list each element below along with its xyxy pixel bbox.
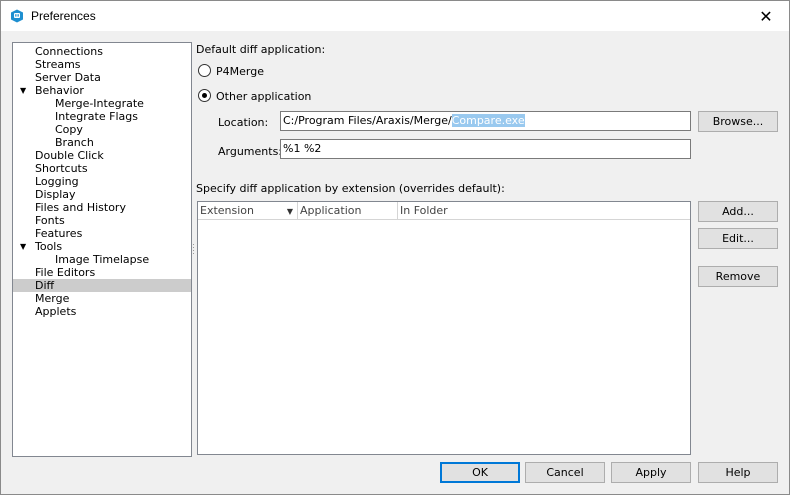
tree-item-display[interactable]: Display xyxy=(35,188,76,201)
location-label: Location: xyxy=(218,116,269,129)
remove-button[interactable]: Remove xyxy=(698,266,778,287)
table-header: Extension ▼ Application In Folder xyxy=(198,202,690,220)
arguments-label: Arguments: xyxy=(218,145,283,158)
tree-item-files-and-history[interactable]: Files and History xyxy=(35,201,126,214)
location-field[interactable]: C:/Program Files/Araxis/Merge/Compare.ex… xyxy=(280,111,691,131)
close-button[interactable]: ✕ xyxy=(743,1,789,31)
apply-button[interactable]: Apply xyxy=(611,462,691,483)
tree-item-file-editors[interactable]: File Editors xyxy=(35,266,95,279)
tree-item-connections[interactable]: Connections xyxy=(35,45,103,58)
splitter-handle[interactable] xyxy=(193,244,195,254)
extensions-heading: Specify diff application by extension (o… xyxy=(196,182,505,195)
tree-item-tools[interactable]: Tools xyxy=(35,240,62,253)
tree-item-merge[interactable]: Merge xyxy=(35,292,69,305)
help-button[interactable]: Help xyxy=(698,462,778,483)
ok-button[interactable]: OK xyxy=(440,462,520,483)
arguments-field[interactable]: %1 %2 xyxy=(280,139,691,159)
p4merge-radio-label[interactable]: P4Merge xyxy=(216,65,264,78)
cancel-button[interactable]: Cancel xyxy=(525,462,605,483)
tree-item-copy[interactable]: Copy xyxy=(55,123,83,136)
other-application-radio[interactable] xyxy=(198,89,211,102)
tree-item-logging[interactable]: Logging xyxy=(35,175,79,188)
tree-item-streams[interactable]: Streams xyxy=(35,58,81,71)
other-application-radio-label[interactable]: Other application xyxy=(216,90,311,103)
tree-item-integrate-flags[interactable]: Integrate Flags xyxy=(55,110,138,123)
title-bar: Preferences ✕ xyxy=(1,1,789,31)
tree-item-merge-integrate[interactable]: Merge-Integrate xyxy=(55,97,144,110)
close-icon: ✕ xyxy=(759,6,773,26)
p4v-app-icon xyxy=(11,9,23,23)
tree-item-server-data[interactable]: Server Data xyxy=(35,71,101,84)
extensions-table[interactable]: Extension ▼ Application In Folder xyxy=(197,201,691,455)
tree-item-image-timelapse[interactable]: Image Timelapse xyxy=(55,253,149,266)
expand-arrow-icon[interactable]: ▼ xyxy=(20,84,26,97)
expand-arrow-icon[interactable]: ▼ xyxy=(20,240,26,253)
add-button[interactable]: Add... xyxy=(698,201,778,222)
p4merge-radio[interactable] xyxy=(198,64,211,77)
tree-item-branch[interactable]: Branch xyxy=(55,136,94,149)
location-selected-text: Compare.exe xyxy=(451,114,525,127)
location-path-text: C:/Program Files/Araxis/Merge/ xyxy=(283,114,452,127)
browse-button[interactable]: Browse... xyxy=(698,111,778,132)
tree-item-double-click[interactable]: Double Click xyxy=(35,149,104,162)
tree-item-applets[interactable]: Applets xyxy=(35,305,76,318)
column-header-application[interactable]: Application xyxy=(298,202,398,219)
column-header-in-folder[interactable]: In Folder xyxy=(398,202,690,219)
preferences-tree[interactable]: Connections Streams Server Data ▼ Behavi… xyxy=(12,42,192,457)
column-header-extension[interactable]: Extension ▼ xyxy=(198,202,298,219)
edit-button[interactable]: Edit... xyxy=(698,228,778,249)
default-diff-heading: Default diff application: xyxy=(196,43,326,56)
tree-item-behavior[interactable]: Behavior xyxy=(35,84,84,97)
sort-down-icon: ▼ xyxy=(286,207,293,216)
tree-item-fonts[interactable]: Fonts xyxy=(35,214,65,227)
tree-item-features[interactable]: Features xyxy=(35,227,82,240)
window-title: Preferences xyxy=(31,9,96,23)
tree-item-diff[interactable]: Diff xyxy=(13,279,191,292)
tree-item-shortcuts[interactable]: Shortcuts xyxy=(35,162,88,175)
